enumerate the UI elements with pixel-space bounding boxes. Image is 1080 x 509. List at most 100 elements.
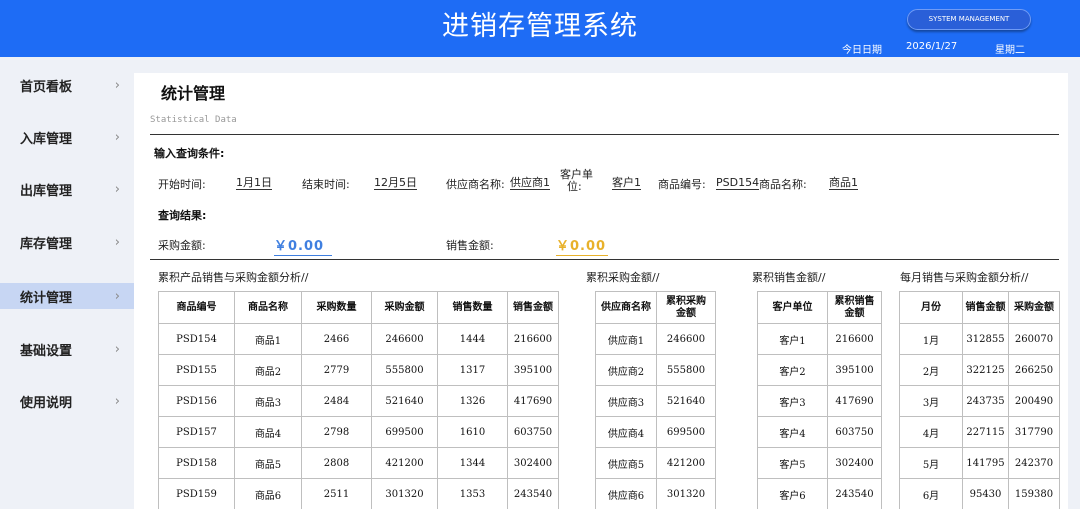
table-cell: 243540 — [507, 478, 559, 509]
table-row: 供应商1 246600 — [595, 323, 716, 355]
table-cell: 260070 — [1008, 323, 1060, 355]
table-row: 供应商5 421200 — [595, 447, 716, 479]
table-cell: 200490 — [1008, 385, 1060, 417]
purchase-table: 供应商名称 累积采购金额 供应商1 246600 供应商2 555800 供应商… — [595, 291, 716, 509]
sidebar-item-label: 出库管理 — [20, 183, 73, 199]
start-time-label: 开始时间: — [158, 178, 206, 191]
sidebar-item-outbound[interactable]: 出库管理 › — [0, 176, 134, 202]
table-cell: 216600 — [827, 323, 882, 355]
table-row: 供应商4 699500 — [595, 416, 716, 448]
table-cell: 1月 — [899, 323, 963, 355]
table-cell: 商品3 — [234, 385, 302, 417]
table-cell: 2466 — [301, 323, 372, 355]
table-cell: 1353 — [437, 478, 508, 509]
sidebar-item-settings[interactable]: 基础设置 › — [0, 336, 134, 362]
table-cell: 供应商1 — [595, 323, 657, 355]
table-cell: 5月 — [899, 447, 963, 479]
table-row: PSD157 商品4 2798 699500 1610 603750 — [158, 416, 559, 448]
table-cell: 699500 — [656, 416, 716, 448]
sales-table: 客户单位 累积销售金额 客户1 216600 客户2 395100 客户3 41… — [757, 291, 882, 509]
table-cell: 603750 — [507, 416, 559, 448]
table-cell: 395100 — [827, 354, 882, 386]
product-code-label: 商品编号: — [658, 178, 706, 191]
column-header: 采购金额 — [371, 291, 438, 324]
table-cell: 供应商2 — [595, 354, 657, 386]
end-time-label: 结束时间: — [302, 178, 350, 191]
end-time-field[interactable]: 12月5日 — [374, 176, 417, 190]
table-cell: 供应商4 — [595, 416, 657, 448]
table-cell: 供应商5 — [595, 447, 657, 479]
column-header: 累积采购金额 — [656, 291, 716, 324]
table-row: 供应商3 521640 — [595, 385, 716, 417]
table-cell: 商品5 — [234, 447, 302, 479]
table-row: PSD159 商品6 2511 301320 1353 243540 — [158, 478, 559, 509]
sidebar-item-label: 首页看板 — [20, 79, 73, 95]
table-cell: 客户4 — [757, 416, 828, 448]
table-row: 客户4 603750 — [757, 416, 882, 448]
column-header: 采购数量 — [301, 291, 372, 324]
table-cell: 243540 — [827, 478, 882, 509]
table-row: 3月 243735 200490 — [899, 385, 1060, 417]
top-header: 进销存管理系统 SYSTEM MANAGEMENT 今日日期 2026/1/27… — [0, 0, 1080, 57]
page-title: 统计管理 — [161, 84, 226, 103]
table-row: 1月 312855 260070 — [899, 323, 1060, 355]
table-cell: 2月 — [899, 354, 963, 386]
sidebar-item-statistics[interactable]: 统计管理 › — [0, 283, 134, 309]
sales-table-title: 累积销售金额// — [752, 271, 826, 284]
sidebar-item-dashboard[interactable]: 首页看板 › — [0, 72, 134, 98]
chevron-right-icon: › — [114, 341, 120, 357]
table-row: 客户6 243540 — [757, 478, 882, 509]
table-cell: 242370 — [1008, 447, 1060, 479]
customer-field[interactable]: 客户1 — [612, 176, 641, 190]
table-header-row: 商品编号 商品名称 采购数量 采购金额 销售数量 销售金额 — [158, 291, 559, 324]
monthly-table: 月份 销售金额 采购金额 1月 312855 260070 2月 322125 … — [899, 291, 1060, 509]
date-label: 今日日期 — [842, 45, 882, 56]
customer-label-line-2: 位: — [567, 180, 582, 193]
table-cell: 699500 — [371, 416, 438, 448]
table-cell: 4月 — [899, 416, 963, 448]
table-cell: 302400 — [827, 447, 882, 479]
table-row: 客户3 417690 — [757, 385, 882, 417]
column-header: 采购金额 — [1008, 291, 1060, 324]
chevron-right-icon: › — [114, 129, 120, 145]
start-time-field[interactable]: 1月1日 — [236, 176, 272, 190]
column-header: 供应商名称 — [595, 291, 657, 324]
table-cell: 521640 — [656, 385, 716, 417]
chevron-right-icon: › — [114, 181, 120, 197]
table-cell: 417690 — [507, 385, 559, 417]
table-cell: 312855 — [962, 323, 1009, 355]
table-cell: 555800 — [656, 354, 716, 386]
sidebar-item-inventory[interactable]: 库存管理 › — [0, 229, 134, 255]
table-cell: 417690 — [827, 385, 882, 417]
sales-amount-label: 销售金额: — [446, 239, 494, 252]
table-cell: 555800 — [371, 354, 438, 386]
table-cell: 1610 — [437, 416, 508, 448]
purchase-amount-value: ￥0.00 — [274, 235, 332, 256]
table-cell: PSD155 — [158, 354, 235, 386]
product-name-field[interactable]: 商品1 — [829, 176, 858, 190]
table-cell: 2779 — [301, 354, 372, 386]
purchase-table-title: 累积采购金额// — [586, 271, 660, 284]
table-cell: 商品4 — [234, 416, 302, 448]
system-management-button[interactable]: SYSTEM MANAGEMENT — [907, 9, 1031, 30]
table-cell: PSD158 — [158, 447, 235, 479]
table-row: PSD156 商品3 2484 521640 1326 417690 — [158, 385, 559, 417]
sidebar-item-inbound[interactable]: 入库管理 › — [0, 124, 134, 150]
table-cell: 322125 — [962, 354, 1009, 386]
column-header: 销售数量 — [437, 291, 508, 324]
table-row: 供应商6 301320 — [595, 478, 716, 509]
table-row: PSD154 商品1 2466 246600 1444 216600 — [158, 323, 559, 355]
table-cell: 301320 — [371, 478, 438, 509]
table-cell: 1344 — [437, 447, 508, 479]
table-cell: 供应商3 — [595, 385, 657, 417]
product-code-field[interactable]: PSD154 — [716, 176, 760, 190]
table-cell: 603750 — [827, 416, 882, 448]
supplier-field[interactable]: 供应商1 — [510, 176, 550, 190]
table-cell: 141795 — [962, 447, 1009, 479]
sidebar-item-help[interactable]: 使用说明 › — [0, 388, 134, 414]
result-header: 查询结果: — [158, 209, 207, 222]
table-row: 客户2 395100 — [757, 354, 882, 386]
column-header: 月份 — [899, 291, 963, 324]
table-cell: 421200 — [371, 447, 438, 479]
table-cell: 商品1 — [234, 323, 302, 355]
